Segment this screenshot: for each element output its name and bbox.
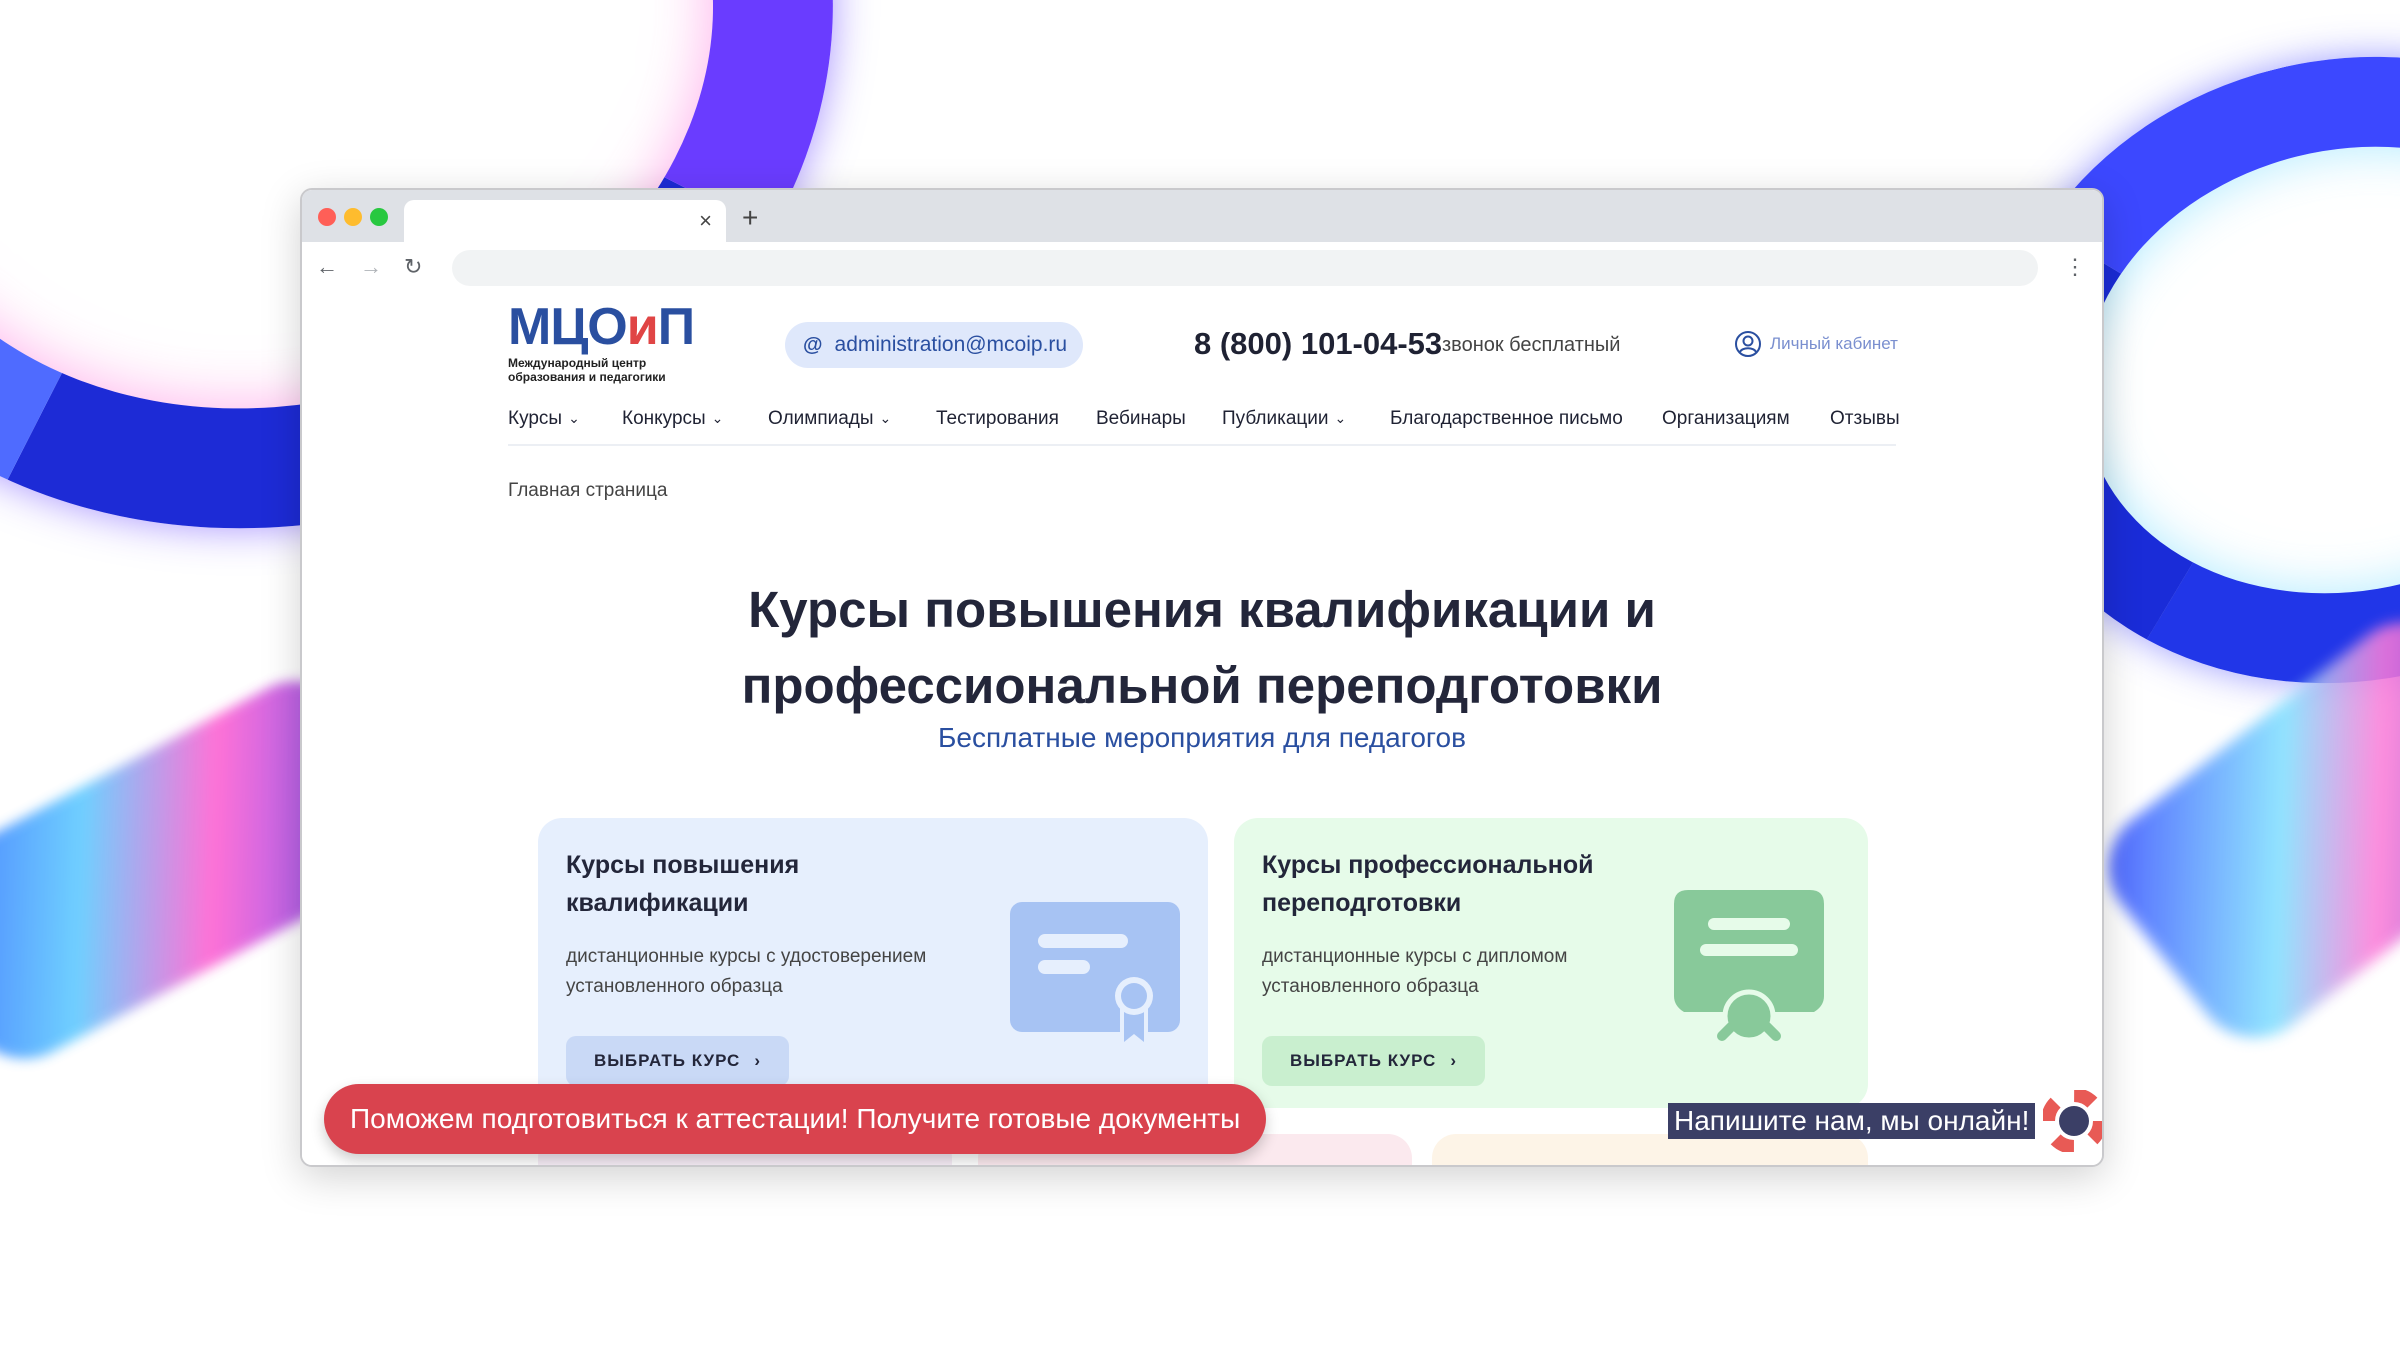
tab-bar: × +	[302, 190, 2102, 242]
main-navigation: Курсы ⌄ Конкурсы ⌄ Олимпиады ⌄ Тестирования…	[508, 394, 1900, 446]
chevron-down-icon: ⌄	[879, 410, 892, 426]
personal-account-link[interactable]: Личный кабинет	[1734, 330, 1898, 358]
card-desc-line2: установленного образца	[566, 976, 783, 997]
nav-label: Конкурсы	[622, 408, 706, 429]
at-icon: @	[803, 333, 823, 356]
nav-item-webinars[interactable]: Вебинары	[1096, 408, 1186, 430]
address-bar[interactable]	[452, 250, 2038, 286]
nav-label: Благодарственное письмо	[1390, 408, 1623, 429]
card-description: дистанционные курсы с удостоверением уст…	[566, 942, 996, 1002]
decorative-shape-bottom-right	[2084, 598, 2400, 1062]
logo-text-main: МЦО	[508, 298, 628, 356]
maximize-window-button[interactable]	[370, 208, 388, 226]
card-title-line1: Курсы профессиональной	[1262, 851, 1594, 879]
email-link[interactable]: @ administration@mcoip.ru	[785, 322, 1084, 368]
nav-label: Олимпиады	[768, 408, 874, 429]
logo-text-end: П	[657, 298, 695, 356]
nav-item-contests[interactable]: Конкурсы ⌄	[622, 408, 723, 430]
browser-tab[interactable]: ×	[404, 200, 726, 242]
page-subtitle[interactable]: Бесплатные мероприятия для педагогов	[602, 722, 1802, 754]
web-page: МЦОиП Международный центр образования и …	[302, 294, 2102, 1165]
course-card-qualification[interactable]: Курсы повышения квалификации дистанционн…	[538, 818, 1208, 1108]
email-text: administration@mcoip.ru	[834, 333, 1068, 356]
nav-label: Тестирования	[936, 408, 1059, 429]
card-title: Курсы повышения квалификации	[566, 846, 986, 922]
back-icon[interactable]: ←	[316, 254, 338, 280]
minimize-window-button[interactable]	[344, 208, 362, 226]
choose-course-button[interactable]: ВЫБРАТЬ КУРС ›	[566, 1036, 789, 1086]
button-label: ВЫБРАТЬ КУРС	[594, 1051, 741, 1070]
close-window-button[interactable]	[318, 208, 336, 226]
nav-label: Отзывы	[1830, 408, 1900, 429]
nav-item-organizations[interactable]: Организациям	[1662, 408, 1790, 430]
chevron-down-icon: ⌄	[711, 410, 724, 426]
card-description: дистанционные курсы с дипломом установле…	[1262, 942, 1692, 1002]
page-title: Курсы повышения квалификации и профессио…	[602, 572, 1802, 724]
course-card-retraining[interactable]: Курсы профессиональной переподготовки ди…	[1234, 818, 1868, 1108]
nav-item-olympiads[interactable]: Олимпиады ⌄	[768, 408, 891, 430]
chevron-right-icon: ›	[754, 1051, 761, 1070]
certification-promo-banner[interactable]: Поможем подготовиться к аттестации! Полу…	[324, 1084, 1267, 1154]
choose-course-button[interactable]: ВЫБРАТЬ КУРС ›	[1262, 1036, 1485, 1086]
chevron-down-icon: ⌄	[1334, 410, 1347, 426]
diploma-icon	[1674, 890, 1824, 1043]
nav-item-courses[interactable]: Курсы ⌄	[508, 408, 580, 430]
button-label: ВЫБРАТЬ КУРС	[1290, 1051, 1437, 1070]
user-icon	[1735, 331, 1761, 357]
card-desc-line1: дистанционные курсы с удостоверением	[566, 946, 927, 967]
logo-text-accent: и	[626, 298, 659, 356]
nav-item-thanks-letter[interactable]: Благодарственное письмо	[1390, 408, 1623, 430]
phone-note: звонок бесплатный	[1442, 334, 1621, 356]
certificate-icon	[1010, 902, 1180, 1050]
phone-number[interactable]: 8 (800) 101-04-53	[1194, 326, 1442, 362]
logo-subtitle: Международный центр образования и педаго…	[508, 356, 698, 384]
page-title-line2: профессиональной переподготовки	[741, 657, 1663, 714]
browser-toolbar: ← → ↻ ⋮	[302, 242, 2102, 295]
chevron-right-icon: ›	[1450, 1051, 1457, 1070]
browser-menu-icon[interactable]: ⋮	[2064, 254, 2086, 280]
chevron-down-icon: ⌄	[568, 410, 580, 426]
close-tab-icon[interactable]: ×	[699, 208, 712, 234]
reload-icon[interactable]: ↻	[404, 254, 422, 280]
chat-label: Напишите нам, мы онлайн!	[1668, 1103, 2036, 1139]
page-title-line1: Курсы повышения квалификации и	[748, 581, 1656, 638]
card-title: Курсы профессиональной переподготовки	[1262, 846, 1682, 922]
card-title-line1: Курсы повышения	[566, 851, 800, 879]
nav-item-tests[interactable]: Тестирования	[936, 408, 1059, 430]
card-title-line2: квалификации	[566, 889, 749, 917]
card-desc-line2: установленного образца	[1262, 976, 1479, 997]
nav-label: Публикации	[1222, 408, 1329, 429]
lifebuoy-icon[interactable]	[2043, 1090, 2102, 1152]
browser-window: × + ← → ↻ ⋮ МЦОиП Международный центр об…	[300, 188, 2104, 1167]
online-chat-widget[interactable]: Напишите нам, мы онлайн!	[1668, 1090, 2102, 1152]
nav-item-publications[interactable]: Публикации ⌄	[1222, 408, 1346, 430]
personal-account-label: Личный кабинет	[1770, 334, 1898, 353]
nav-label: Организациям	[1662, 408, 1790, 429]
breadcrumb[interactable]: Главная страница	[508, 480, 668, 502]
logo-subtitle-line2: образования и педагогики	[508, 370, 666, 384]
card-title-line2: переподготовки	[1262, 889, 1462, 917]
logo-subtitle-line1: Международный центр	[508, 356, 647, 370]
nav-item-reviews[interactable]: Отзывы	[1830, 408, 1900, 430]
forward-icon[interactable]: →	[360, 254, 382, 280]
nav-label: Вебинары	[1096, 408, 1186, 429]
site-logo[interactable]: МЦОиП Международный центр образования и …	[508, 300, 698, 384]
new-tab-button[interactable]: +	[742, 204, 758, 232]
nav-label: Курсы	[508, 408, 563, 429]
card-desc-line1: дистанционные курсы с дипломом	[1262, 946, 1568, 967]
